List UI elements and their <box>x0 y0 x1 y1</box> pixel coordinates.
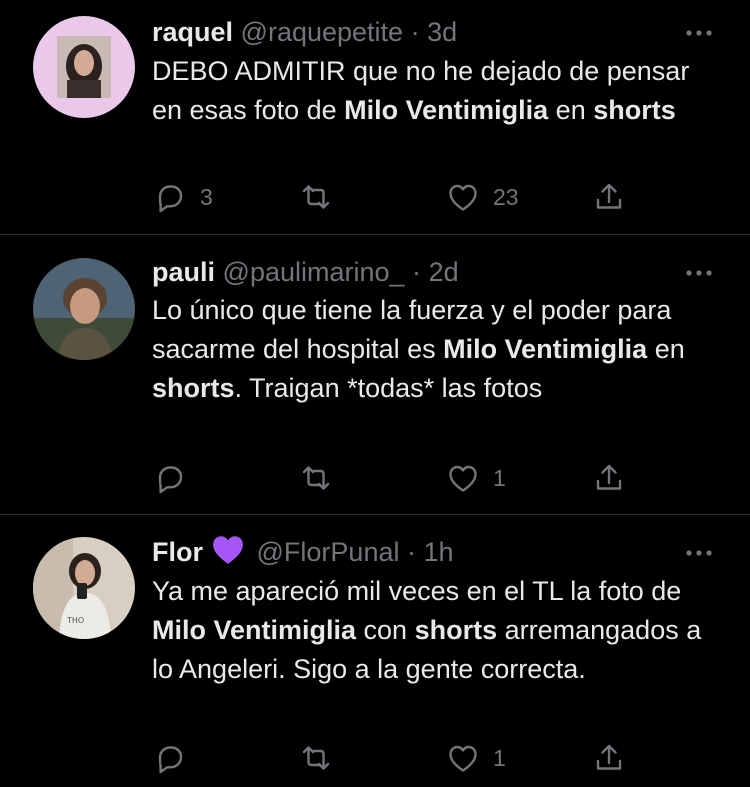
user-handle[interactable]: @raquepetite <box>241 17 404 47</box>
retweet-button[interactable] <box>300 177 346 217</box>
text-segment-bold: Milo Ventimiglia <box>443 334 648 364</box>
retweet-button[interactable] <box>300 458 346 498</box>
reply-icon <box>158 466 183 494</box>
text-segment: en <box>647 334 685 364</box>
more-options-icon[interactable] <box>684 262 714 282</box>
separator-dot: · <box>410 17 420 47</box>
timeline-feed: raquel @raquepetite · 3d DEBO ADMITIR qu… <box>0 0 750 787</box>
text-segment: en <box>548 95 594 125</box>
avatar-image <box>33 16 135 118</box>
like-count: 1 <box>493 464 506 491</box>
like-button[interactable]: 1 <box>447 738 506 778</box>
retweet-icon <box>302 466 330 490</box>
reply-button[interactable]: 3 <box>154 177 213 217</box>
text-segment-bold: Milo Ventimiglia <box>152 615 357 645</box>
text-segment: con <box>356 615 415 645</box>
tweet-actions: 3 23 <box>152 177 632 217</box>
avatar[interactable] <box>33 16 135 118</box>
purple-heart-icon <box>213 536 243 564</box>
share-icon <box>596 183 622 209</box>
tweet-text: Ya me apareció mil veces en el TL la fot… <box>152 572 722 689</box>
retweet-button[interactable] <box>300 738 346 778</box>
separator-dot: · <box>407 537 416 567</box>
reply-count: 3 <box>200 183 213 210</box>
timestamp[interactable]: 2d <box>429 257 459 287</box>
avatar[interactable]: THO <box>33 537 135 639</box>
tweet-header: raquel @raquepetite · 3d <box>152 14 457 50</box>
share-icon <box>596 464 622 490</box>
display-name[interactable]: raquel <box>152 17 233 47</box>
tweet-text: Lo único que tiene la fuerza y el poder … <box>152 291 722 408</box>
like-button[interactable]: 1 <box>447 458 506 498</box>
text-segment: Ya me apareció mil veces en el TL la fot… <box>152 576 682 606</box>
more-options-icon[interactable] <box>684 542 714 562</box>
tweet[interactable]: raquel @raquepetite · 3d DEBO ADMITIR qu… <box>0 0 750 234</box>
share-button[interactable] <box>593 458 625 498</box>
timestamp[interactable]: 1h <box>424 537 454 567</box>
display-name[interactable]: Flor <box>152 537 203 567</box>
text-segment-bold: shorts <box>593 95 676 125</box>
user-handle[interactable]: @paulimarino_ <box>223 257 405 287</box>
like-count: 1 <box>493 744 506 771</box>
like-icon <box>449 745 477 772</box>
tweet[interactable]: pauli @paulimarino_ · 2d Lo único que ti… <box>0 235 750 514</box>
tweet-header: pauli @paulimarino_ · 2d <box>152 254 459 290</box>
separator-dot: · <box>412 257 422 287</box>
tweet-text: DEBO ADMITIR que no he dejado de pensar … <box>152 52 722 130</box>
tweet[interactable]: THO Flor @FlorPunal · 1h Ya me apareció … <box>0 515 750 787</box>
timestamp[interactable]: 3d <box>427 17 457 47</box>
avatar-image <box>33 258 135 360</box>
avatar[interactable] <box>33 258 135 360</box>
text-segment: . Traigan *todas* las fotos <box>234 373 543 403</box>
text-segment-bold: shorts <box>152 373 235 403</box>
reply-button[interactable] <box>154 458 200 498</box>
avatar-image: THO <box>33 537 135 639</box>
display-name[interactable]: pauli <box>152 257 215 287</box>
retweet-icon <box>302 746 330 770</box>
tweet-actions: 1 <box>152 458 632 498</box>
share-icon <box>596 744 622 770</box>
share-button[interactable] <box>593 738 625 778</box>
retweet-icon <box>302 185 330 209</box>
share-button[interactable] <box>593 177 625 217</box>
like-button[interactable]: 23 <box>447 177 519 217</box>
svg-text:THO: THO <box>66 616 84 625</box>
reply-button[interactable] <box>154 738 200 778</box>
text-segment-bold: Milo Ventimiglia <box>344 95 549 125</box>
tweet-actions: 1 <box>152 738 632 778</box>
tweet-header: Flor @FlorPunal · 1h <box>152 533 454 569</box>
reply-icon <box>158 185 183 213</box>
like-count: 23 <box>493 183 519 210</box>
more-options-icon[interactable] <box>684 22 714 42</box>
user-handle[interactable]: @FlorPunal <box>257 537 400 567</box>
like-icon <box>449 184 477 211</box>
reply-icon <box>158 746 183 774</box>
text-segment-bold: shorts <box>414 615 498 645</box>
like-icon <box>449 465 477 492</box>
